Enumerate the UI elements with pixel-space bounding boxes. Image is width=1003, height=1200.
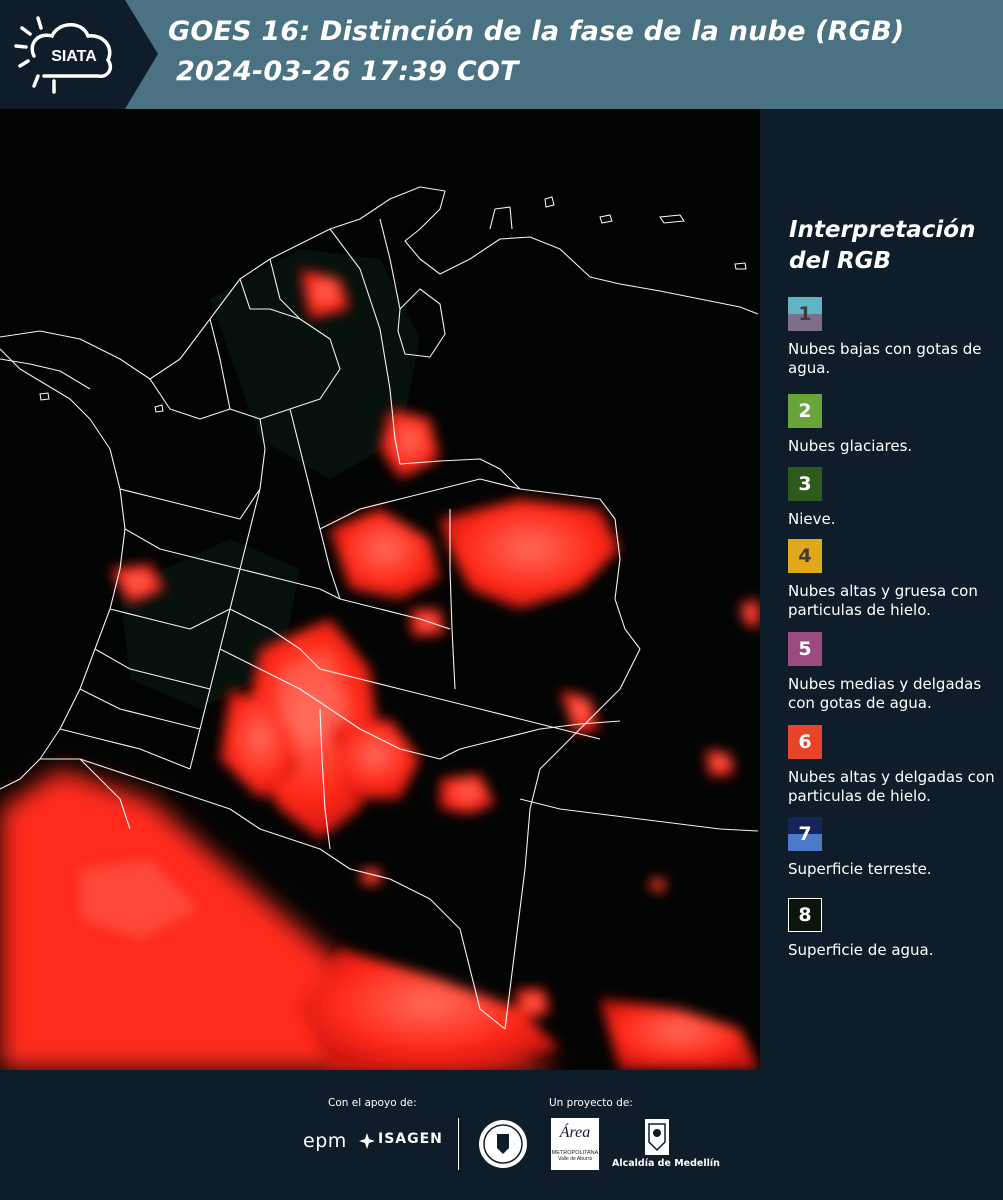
alcaldia-logo-text: Alcaldía de Medellín bbox=[612, 1158, 720, 1169]
header-bar: SIATA GOES 16: Distinción de la fase de … bbox=[0, 0, 1003, 109]
satellite-map bbox=[0, 109, 760, 1070]
legend-number: 2 bbox=[798, 400, 812, 422]
legend-item-3: 3 Nieve. bbox=[788, 467, 1003, 529]
legend-number: 3 bbox=[798, 473, 812, 495]
legend-label: Nubes altas y gruesa con particulas de h… bbox=[788, 582, 978, 619]
legend-label: Nubes glaciares. bbox=[788, 437, 913, 455]
siata-sun-cloud-icon: SIATA bbox=[14, 16, 113, 94]
logo-text: SIATA bbox=[51, 48, 97, 65]
legend-swatch: 4 bbox=[788, 539, 822, 573]
legend-item-4: 4 Nubes altas y gruesa con particulas de … bbox=[788, 539, 1003, 620]
alcaldia-shield-icon bbox=[645, 1119, 669, 1155]
footer-divider bbox=[458, 1118, 459, 1170]
metropolitana-logo: Área METROPOLITANA Valle de Aburrá bbox=[551, 1118, 599, 1170]
satellite-map-canvas bbox=[0, 109, 760, 1070]
project-label: Un proyecto de: bbox=[549, 1097, 633, 1109]
legend-label: Superficie terreste. bbox=[788, 860, 932, 878]
timestamp: 2024-03-26 17:39 COT bbox=[176, 56, 519, 87]
legend-item-7: 7 Superficie terreste. bbox=[788, 817, 1003, 879]
metro-logo-title: Área bbox=[559, 1124, 591, 1141]
legend-number: 1 bbox=[798, 303, 812, 325]
footer-sponsors: Con el apoyo de: Un proyecto de: epm ISA… bbox=[0, 1070, 1003, 1200]
legend-label: Nubes bajas con gotas de agua. bbox=[788, 340, 982, 377]
epm-logo: epm bbox=[303, 1130, 347, 1152]
page-title: GOES 16: Distinción de la fase de la nub… bbox=[168, 16, 905, 47]
legend-swatch: 6 bbox=[788, 725, 822, 759]
legend-number: 5 bbox=[798, 638, 812, 660]
legend-title-line1: Interpretación bbox=[789, 217, 976, 243]
legend-number: 7 bbox=[798, 823, 812, 845]
legend-item-5: 5 Nubes medias y delgadas con gotas de ag… bbox=[788, 632, 1003, 713]
legend-swatch: 5 bbox=[788, 632, 822, 666]
isagen-logo: ISAGEN bbox=[378, 1131, 443, 1147]
seal-logo-icon bbox=[479, 1120, 527, 1168]
legend-number: 8 bbox=[798, 904, 812, 926]
legend-item-1: 1 Nubes bajas con gotas de agua. bbox=[788, 297, 1003, 378]
legend-label: Nieve. bbox=[788, 510, 836, 528]
metro-logo-place: Valle de Aburrá bbox=[558, 1156, 592, 1162]
legend-swatch: 7 bbox=[788, 817, 822, 851]
legend-number: 6 bbox=[798, 731, 812, 753]
legend-swatch: 2 bbox=[788, 394, 822, 428]
legend-item-2: 2 Nubes glaciares. bbox=[788, 394, 1003, 456]
legend-swatch: 3 bbox=[788, 467, 822, 501]
isagen-mark-icon bbox=[359, 1133, 375, 1149]
legend-item-8: 8 Superficie de agua. bbox=[788, 898, 1003, 960]
legend-title: Interpretación del RGB bbox=[789, 215, 975, 277]
legend-panel: Interpretación del RGB 1 Nubes bajas con … bbox=[760, 109, 1003, 1070]
legend-label: Nubes altas y delgadas con particulas de… bbox=[788, 768, 995, 805]
legend-swatch: 8 bbox=[788, 898, 822, 932]
legend-swatch: 1 bbox=[788, 297, 822, 331]
support-label: Con el apoyo de: bbox=[328, 1097, 417, 1109]
legend-label: Superficie de agua. bbox=[788, 941, 934, 959]
legend-number: 4 bbox=[798, 545, 812, 567]
legend-item-6: 6 Nubes altas y delgadas con particulas d… bbox=[788, 725, 1003, 806]
legend-title-line2: del RGB bbox=[789, 248, 892, 274]
legend-label: Nubes medias y delgadas con gotas de agu… bbox=[788, 675, 982, 712]
